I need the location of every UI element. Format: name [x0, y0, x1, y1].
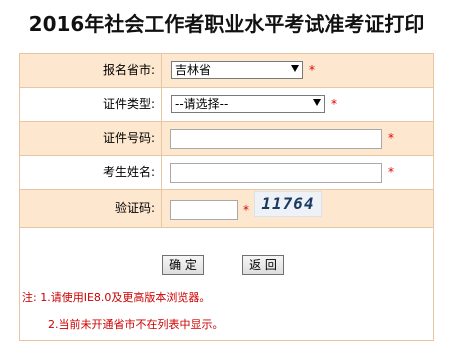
id-type-select[interactable]: --请选择-- [171, 95, 325, 113]
province-select[interactable]: 吉林省 [171, 61, 303, 79]
id-number-label: 证件号码: [20, 122, 162, 155]
province-select-value: 吉林省 [175, 63, 212, 77]
required-mark: * [388, 165, 394, 179]
id-number-input[interactable] [170, 129, 382, 149]
id-type-label: 证件类型: [20, 88, 162, 121]
name-row: 考生姓名: * [20, 156, 433, 190]
name-label: 考生姓名: [20, 156, 162, 189]
captcha-row: 验证码: * 11764 [20, 190, 433, 228]
required-mark: * [309, 63, 315, 77]
id-type-row: 证件类型: --请选择-- * [20, 88, 433, 122]
chevron-down-icon[interactable] [313, 99, 321, 106]
name-input[interactable] [170, 163, 382, 183]
province-label: 报名省市: [20, 54, 162, 87]
chevron-down-icon[interactable] [291, 65, 299, 72]
note-line-2: 2.当前未开通省市不在列表中显示。 [48, 318, 224, 331]
note-line-1: 注: 1.请使用IE8.0及更高版本浏览器。 [22, 291, 211, 304]
confirm-button[interactable]: 确 定 [162, 255, 204, 275]
required-mark: * [388, 131, 394, 145]
captcha-input[interactable] [170, 200, 238, 220]
admission-ticket-form: 报名省市: 吉林省 * 证件类型: --请选择-- * 证件号码: * 考生姓名… [19, 53, 434, 341]
back-button[interactable]: 返 回 [242, 255, 284, 275]
id-number-row: 证件号码: * [20, 122, 433, 156]
captcha-image[interactable]: 11764 [254, 191, 322, 217]
required-mark: * [331, 97, 337, 111]
required-mark: * [243, 203, 249, 217]
captcha-label: 验证码: [20, 190, 162, 227]
page-title: 2016年社会工作者职业水平考试准考证打印 [28, 12, 425, 36]
province-row: 报名省市: 吉林省 * [20, 54, 433, 88]
id-type-select-value: --请选择-- [175, 97, 229, 111]
